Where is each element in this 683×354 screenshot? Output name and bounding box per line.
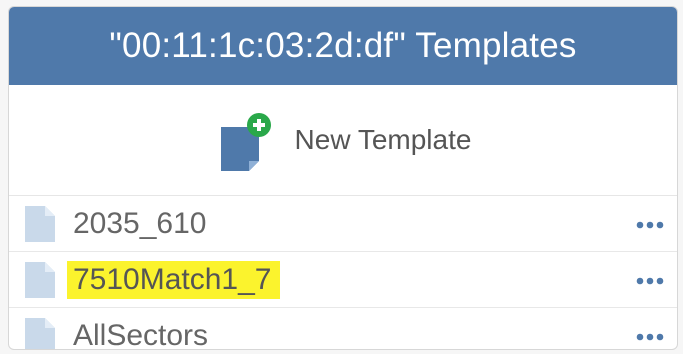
more-options-icon[interactable] — [635, 332, 665, 342]
template-row-0[interactable]: 2035_610 — [9, 196, 677, 252]
new-template-icon — [215, 113, 275, 173]
template-row-1[interactable]: 7510Match1_7 — [9, 252, 677, 308]
template-name[interactable]: 7510Match1_7 — [67, 260, 280, 299]
more-options-icon[interactable] — [635, 220, 665, 230]
more-options-icon[interactable] — [635, 276, 665, 286]
template-row-2[interactable]: AllSectors — [9, 308, 677, 350]
templates-panel: "00:11:1c:03:2d:df" Templates New Templa… — [8, 6, 678, 350]
new-template-button[interactable]: New Template — [9, 85, 677, 196]
file-icon — [25, 261, 55, 298]
file-icon — [25, 205, 55, 242]
template-name[interactable]: 2035_610 — [73, 207, 206, 241]
panel-header: "00:11:1c:03:2d:df" Templates — [9, 7, 677, 85]
panel-title: "00:11:1c:03:2d:df" Templates — [109, 26, 577, 65]
template-name[interactable]: AllSectors — [73, 319, 208, 350]
file-icon — [25, 317, 55, 349]
new-template-label: New Template — [294, 124, 472, 155]
